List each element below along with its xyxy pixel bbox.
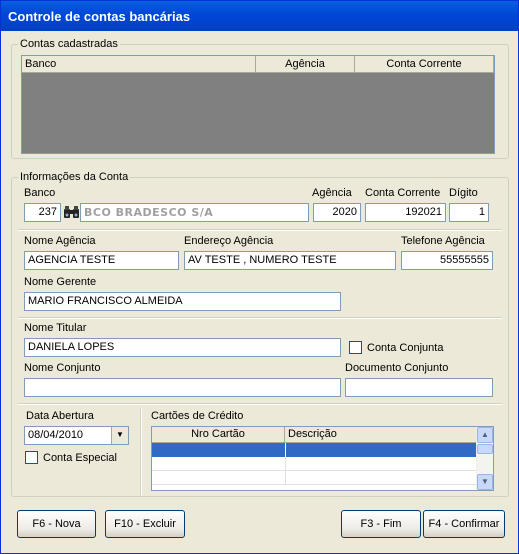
divider <box>18 403 502 405</box>
nome-gerente-label: Nome Gerente <box>24 276 97 288</box>
cell-divider <box>285 471 286 485</box>
nome-agencia-label: Nome Agência <box>24 235 96 247</box>
nome-gerente-field[interactable]: MARIO FRANCISCO ALMEIDA <box>24 292 341 311</box>
cell-divider <box>285 457 286 471</box>
telefone-agencia-label: Telefone Agência <box>401 235 485 247</box>
account-info-group: Informações da Conta Banco 237 BCO BRADE… <box>11 171 509 497</box>
banco-code-field[interactable]: 237 <box>24 203 61 222</box>
agencia-label: Agência <box>312 187 352 199</box>
conta-especial-checkbox[interactable] <box>25 451 38 464</box>
cartoes-scrollbar[interactable]: ▲ ▼ <box>476 427 493 490</box>
table-row-selected[interactable] <box>152 443 476 457</box>
binoculars-icon[interactable] <box>63 205 80 219</box>
agencia-field[interactable]: 2020 <box>313 203 361 222</box>
cartoes-grid-header: Nro Cartão Descrição <box>152 427 476 443</box>
excluir-button[interactable]: F10 - Excluir <box>105 510 185 538</box>
scroll-thumb[interactable] <box>477 444 493 454</box>
conta-conjunta-label[interactable]: Conta Conjunta <box>367 342 443 355</box>
col-header-nro-cartao[interactable]: Nro Cartão <box>152 427 285 443</box>
cartoes-credito-label: Cartões de Crédito <box>151 410 244 422</box>
confirmar-button[interactable]: F4 - Confirmar <box>423 510 505 538</box>
scroll-up-icon[interactable]: ▲ <box>477 427 493 443</box>
divider <box>18 229 502 231</box>
nome-titular-field[interactable]: DANIELA LOPES <box>24 338 341 357</box>
digito-field[interactable]: 1 <box>449 203 489 222</box>
cartoes-grid[interactable]: Nro Cartão Descrição ▲ ▼ <box>151 426 494 491</box>
vertical-divider <box>140 408 142 496</box>
accounts-grid-header: Banco Agência Conta Corrente <box>22 56 494 73</box>
nome-titular-label: Nome Titular <box>24 322 87 334</box>
accounts-group: Contas cadastradas Banco Agência Conta C… <box>11 38 509 159</box>
data-abertura-value: 08/04/2010 <box>28 429 84 441</box>
main-window: Controle de contas bancárias Contas cada… <box>0 0 519 554</box>
digito-label: Dígito <box>449 187 478 199</box>
conta-corrente-label: Conta Corrente <box>365 187 441 199</box>
nome-agencia-field[interactable]: AGENCIA TESTE <box>24 251 179 270</box>
title-bar: Controle de contas bancárias <box>1 1 518 31</box>
documento-conjunto-field[interactable] <box>345 378 493 397</box>
accounts-legend: Contas cadastradas <box>18 38 120 51</box>
account-info-legend: Informações da Conta <box>18 171 131 184</box>
window-title: Controle de contas bancárias <box>8 9 191 24</box>
nova-button[interactable]: F6 - Nova <box>17 510 96 538</box>
endereco-agencia-field[interactable]: AV TESTE , NUMERO TESTE <box>184 251 396 270</box>
banco-name-field[interactable]: BCO BRADESCO S/A <box>80 203 309 222</box>
col-header-conta-corrente[interactable]: Conta Corrente <box>355 56 494 73</box>
col-header-descricao[interactable]: Descrição <box>285 427 476 443</box>
conta-conjunta-checkbox[interactable] <box>349 341 362 354</box>
banco-label: Banco <box>24 187 56 199</box>
nome-conjunto-label: Nome Conjunto <box>24 362 101 374</box>
nome-conjunto-field[interactable] <box>24 378 341 397</box>
accounts-grid[interactable]: Banco Agência Conta Corrente <box>21 55 495 154</box>
conta-corrente-field[interactable]: 192021 <box>365 203 446 222</box>
conta-especial-label[interactable]: Conta Especial <box>43 452 117 465</box>
fim-button[interactable]: F3 - Fim <box>341 510 421 538</box>
cell-divider <box>285 443 286 457</box>
data-abertura-label: Data Abertura <box>26 410 94 422</box>
col-header-banco[interactable]: Banco <box>22 56 256 73</box>
data-abertura-combo[interactable]: 08/04/2010 ▼ <box>24 426 129 445</box>
table-row[interactable] <box>152 457 476 471</box>
dropdown-arrow-icon[interactable]: ▼ <box>111 427 128 444</box>
table-row[interactable] <box>152 471 476 485</box>
scroll-down-icon[interactable]: ▼ <box>477 474 493 490</box>
col-header-agencia[interactable]: Agência <box>256 56 355 73</box>
documento-conjunto-label: Documento Conjunto <box>345 362 449 374</box>
endereco-agencia-label: Endereço Agência <box>184 235 274 247</box>
telefone-agencia-field[interactable]: 55555555 <box>401 251 493 270</box>
divider <box>18 317 502 319</box>
